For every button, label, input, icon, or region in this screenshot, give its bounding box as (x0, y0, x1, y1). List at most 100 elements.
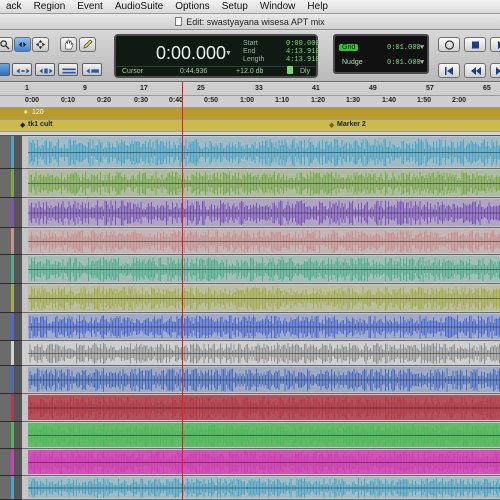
window-title: Edit: swastyayana wisesa APT mix (186, 16, 325, 27)
time-label: 1:30 (346, 97, 361, 104)
track-color-strip (0, 169, 22, 198)
menu-item-help[interactable]: Help (301, 1, 334, 12)
relative-grid-button[interactable] (82, 63, 102, 76)
time-label: 1:20 (311, 97, 326, 104)
audio-track-lane[interactable] (22, 255, 500, 284)
tempo-ruler[interactable]: ♦ 120 (0, 108, 500, 120)
rewind-icon (471, 67, 481, 75)
time-label: 0:40 (169, 97, 184, 104)
trim-icon (18, 41, 27, 48)
minsecs-ruler[interactable]: 0:00 0:10 0:20 0:30 0:40 0:50 1:00 1:10 … (0, 96, 500, 108)
grabber-tool-button[interactable] (60, 37, 77, 52)
audio-track-lane[interactable] (22, 313, 500, 341)
length-value[interactable]: 4:13.910 (286, 56, 320, 64)
audio-waveform (22, 394, 500, 421)
marker-1-label[interactable]: tk1 cult (28, 121, 53, 128)
delay-indicator-icon (287, 66, 293, 74)
trim-tool-button[interactable] (14, 37, 31, 52)
grid-label[interactable]: Grid (339, 44, 359, 51)
marker-2-label[interactable]: Marker 2 (337, 121, 366, 128)
window-title-bar: Edit: swastyayana wisesa APT mix (0, 14, 500, 30)
slip-mode-button[interactable] (35, 63, 55, 76)
bar-label: 41 (312, 85, 320, 92)
play-button[interactable] (490, 37, 500, 52)
grid-nudge-panel: Grid 0:01.000 ▼ Nudge 0:01.000 ▼ (333, 34, 429, 74)
menu-item-window[interactable]: Window (254, 1, 302, 12)
audio-track-lane[interactable] (22, 284, 500, 313)
grid-mode-button[interactable] (58, 63, 78, 76)
menu-item-track[interactable]: ack (0, 1, 28, 12)
time-label: 1:10 (275, 97, 290, 104)
dly-label[interactable]: Dly (300, 68, 310, 75)
nudge-label[interactable]: Nudge (339, 59, 366, 66)
slip-icon (39, 68, 53, 74)
menu-item-event[interactable]: Event (71, 1, 109, 12)
zoom-icon (0, 40, 10, 50)
audio-waveform (22, 366, 500, 393)
zoom-tool-button[interactable] (0, 37, 13, 52)
audio-track-lane[interactable] (22, 476, 500, 500)
audio-waveform (22, 341, 500, 365)
menu-item-region[interactable]: Region (28, 1, 72, 12)
audio-track-lane[interactable] (22, 169, 500, 198)
rewind-button[interactable] (464, 63, 486, 78)
document-icon (175, 17, 183, 26)
time-label: 0:00 (25, 97, 40, 104)
audio-track-lane[interactable] (22, 366, 500, 394)
bar-label: 65 (483, 85, 491, 92)
nudge-value[interactable]: 0:01.000 (387, 59, 421, 67)
bar-label: 49 (369, 85, 377, 92)
track-color-strip (0, 198, 22, 228)
bar-label: 33 (255, 85, 263, 92)
grid-value[interactable]: 0:01.000 (387, 44, 421, 52)
audio-waveform (22, 449, 500, 475)
length-label: Length (243, 56, 265, 63)
record-ring-icon (444, 40, 455, 50)
audio-track-lane[interactable] (22, 341, 500, 366)
counter-divider (116, 66, 316, 67)
nudge-dropdown-icon[interactable]: ▼ (420, 59, 424, 67)
audio-waveform (22, 169, 500, 197)
menu-item-options[interactable]: Options (169, 1, 215, 12)
pencil-tool-button[interactable] (79, 37, 96, 52)
grid-dropdown-icon[interactable]: ▼ (420, 44, 424, 52)
track-gutter (0, 136, 22, 500)
main-counter[interactable]: 0:00.000 (156, 43, 226, 64)
loop-record-button[interactable] (438, 37, 460, 52)
timeline-rulers: 1 9 17 25 33 41 49 57 65 0:00 0:10 0:20 … (0, 82, 500, 136)
cross-arrows-icon (35, 39, 46, 50)
end-value[interactable]: 4:13.910 (286, 48, 320, 56)
audio-waveform (22, 136, 500, 168)
fast-forward-button[interactable] (490, 63, 500, 78)
marker-2-icon[interactable]: ◆ (329, 121, 334, 129)
spot-mode-button[interactable] (12, 63, 32, 76)
audio-track-lane[interactable] (22, 136, 500, 169)
counter-dropdown-icon[interactable]: ▼ (225, 50, 232, 57)
menu-item-setup[interactable]: Setup (216, 1, 254, 12)
tempo-marker-icon[interactable]: ♦ (24, 109, 28, 116)
stop-button[interactable] (464, 37, 486, 52)
rewind-start-button[interactable] (438, 63, 460, 78)
audio-track-lane[interactable] (22, 394, 500, 422)
menu-item-audiosuite[interactable]: AudioSuite (109, 1, 169, 12)
audio-track-lane[interactable] (22, 228, 500, 255)
bars-beats-ruler[interactable]: 1 9 17 25 33 41 49 57 65 (0, 84, 500, 96)
shuffle-mode-button[interactable] (0, 63, 10, 76)
time-label: 0:30 (134, 97, 149, 104)
marker-1-icon[interactable]: ◆ (20, 121, 25, 129)
playhead-cursor (182, 82, 183, 500)
markers-ruler[interactable]: ◆ tk1 cult ◆ Marker 2 (0, 120, 500, 132)
track-color-strip (0, 313, 22, 341)
start-value[interactable]: 0:00.000 (286, 40, 320, 48)
track-color-strip (0, 228, 22, 255)
tempo-value[interactable]: 120 (32, 109, 44, 116)
audio-track-lane[interactable] (22, 198, 500, 228)
audio-waveform (22, 422, 500, 448)
stop-icon (472, 41, 479, 49)
time-label: 2:00 (452, 97, 467, 104)
time-label: 1:40 (382, 97, 397, 104)
time-label: 0:10 (61, 97, 76, 104)
audio-track-lane[interactable] (22, 449, 500, 476)
audio-track-lane[interactable] (22, 422, 500, 449)
selector-tool-button[interactable] (32, 37, 49, 52)
